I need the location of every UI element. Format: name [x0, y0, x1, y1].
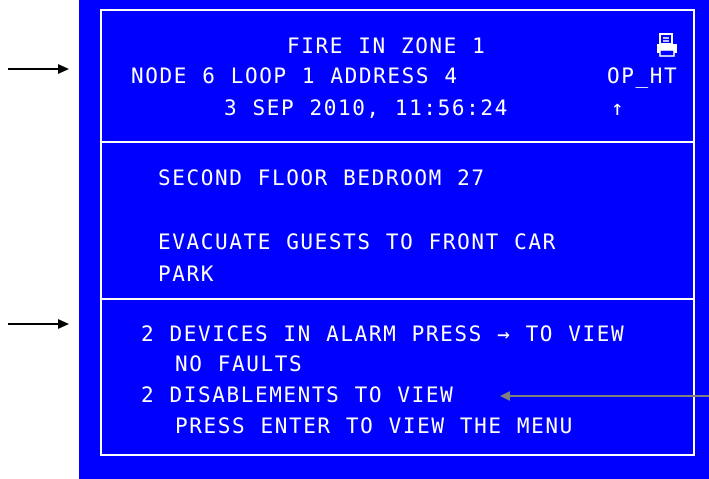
alarm-title: FIRE IN ZONE 1	[287, 34, 487, 58]
panel-display: FIRE IN ZONE 1 NODE 6 LOOP 1 ADDRESS 4 O…	[79, 0, 709, 479]
operator-id: OP_HT	[607, 64, 679, 88]
message-divider	[100, 298, 693, 300]
disablements-callout-arrow-icon	[500, 391, 709, 401]
zone-text: SECOND FLOOR BEDROOM 27	[158, 166, 486, 190]
faults-status: NO FAULTS	[175, 352, 304, 376]
header-divider	[100, 141, 693, 143]
printer-icon	[657, 33, 677, 57]
header-callout-arrow-icon	[8, 64, 69, 74]
instruction-line-1: EVACUATE GUESTS TO FRONT CAR	[158, 230, 557, 254]
alarms-status: 2 DEVICES IN ALARM PRESS → TO VIEW	[141, 322, 626, 346]
device-location: NODE 6 LOOP 1 ADDRESS 4	[131, 64, 459, 88]
menu-prompt: PRESS ENTER TO VIEW THE MENU	[175, 414, 574, 438]
scroll-up-indicator: ↑	[611, 96, 626, 120]
alarm-timestamp: 3 SEP 2010, 11:56:24	[224, 96, 509, 120]
disablements-status: 2 DISABLEMENTS TO VIEW	[141, 383, 455, 407]
instruction-line-2: PARK	[158, 262, 215, 286]
status-callout-arrow-icon	[8, 319, 69, 329]
